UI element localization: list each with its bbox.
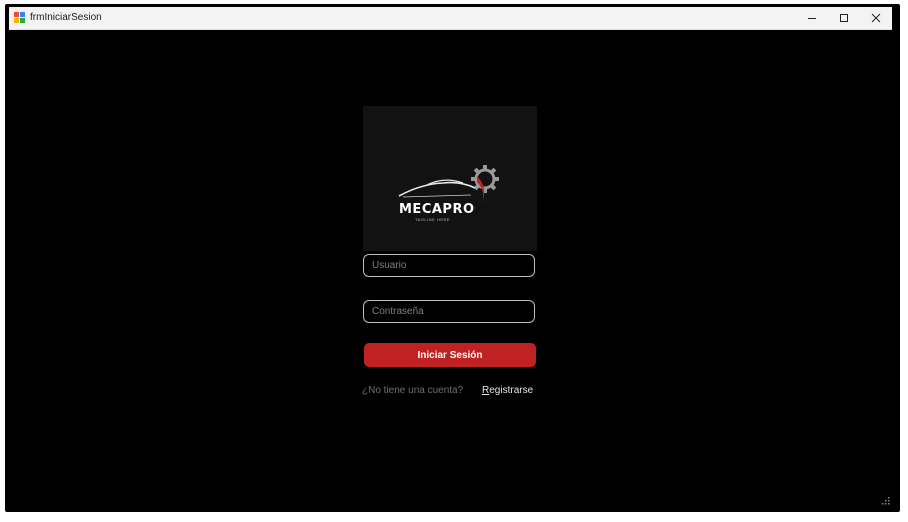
register-link[interactable]: Registrarse xyxy=(482,385,533,396)
register-link-text: egistrarse xyxy=(489,385,534,396)
maximize-icon xyxy=(840,14,848,22)
close-button[interactable] xyxy=(860,7,892,29)
client-area: MECAPRO TAGLINE HERE Iniciar Sesión ¿No … xyxy=(9,30,892,507)
login-window: frmIniciarSesion MECAPRO TAGLINE HERE Us… xyxy=(9,7,892,507)
minimize-icon xyxy=(808,18,816,19)
resize-grip-icon[interactable] xyxy=(882,497,890,505)
login-button[interactable]: Iniciar Sesión xyxy=(364,343,536,367)
brand-name: MECAPRO xyxy=(399,202,475,217)
window-title: frmIniciarSesion xyxy=(30,12,102,23)
car-gear-logo-icon xyxy=(398,165,499,206)
logo-panel: MECAPRO TAGLINE HERE xyxy=(363,106,537,251)
maximize-button[interactable] xyxy=(828,7,860,29)
app-icon xyxy=(14,12,25,23)
no-account-label: ¿No tiene una cuenta? xyxy=(362,385,464,396)
password-input[interactable] xyxy=(363,300,535,323)
close-icon xyxy=(871,13,881,23)
minimize-button[interactable] xyxy=(796,7,828,29)
username-input[interactable] xyxy=(363,254,535,277)
title-bar[interactable]: frmIniciarSesion xyxy=(9,7,892,30)
brand-tagline: TAGLINE HERE xyxy=(415,217,451,222)
